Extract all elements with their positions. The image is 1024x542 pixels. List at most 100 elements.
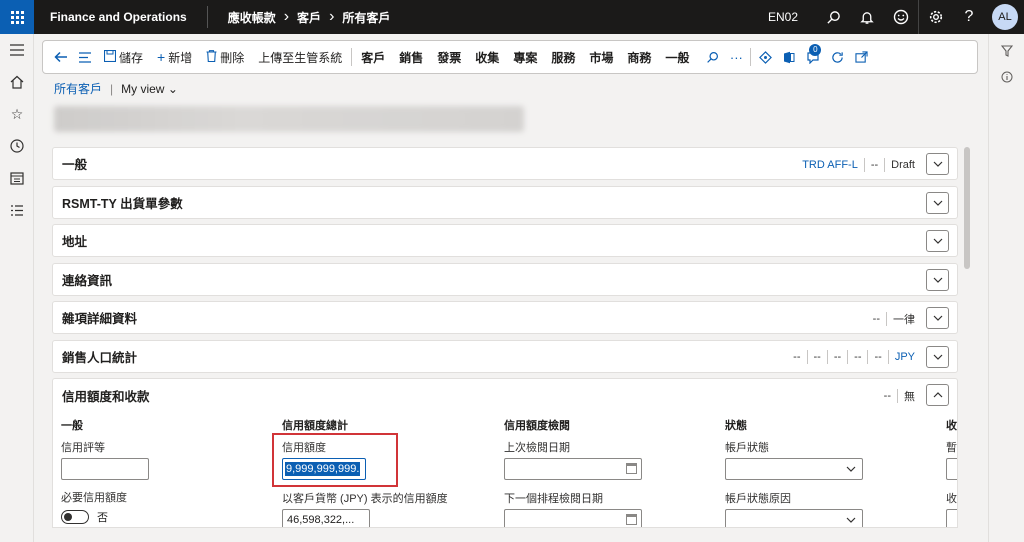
summary-value: Draft bbox=[891, 158, 915, 171]
tab-invoice[interactable]: 發票 bbox=[430, 40, 468, 74]
status-group: 狀態 帳戶狀態 帳戶狀態原因 bbox=[725, 417, 863, 527]
refresh-icon[interactable] bbox=[825, 40, 849, 74]
filter-icon[interactable] bbox=[989, 38, 1024, 64]
all-customers-link[interactable]: 所有客戶 bbox=[54, 80, 102, 97]
fasttab-shipping-params[interactable]: RSMT-TY 出貨單參數 bbox=[52, 185, 958, 219]
company-picker[interactable]: EN02 bbox=[768, 10, 798, 24]
tab-customer[interactable]: 客戶 bbox=[354, 40, 392, 74]
more-options-icon[interactable]: ··· bbox=[724, 40, 748, 74]
chevron-down-icon[interactable] bbox=[926, 230, 949, 252]
general-group: 一般 信用評等 必要信用額度 否 bbox=[61, 417, 149, 525]
fasttab-credit-collections[interactable]: 信用額度和收款 -- 無 bbox=[52, 378, 958, 411]
avatar[interactable]: AL bbox=[992, 4, 1018, 30]
back-arrow-icon[interactable] bbox=[49, 40, 73, 74]
chevron-right-icon: › bbox=[329, 8, 335, 25]
tab-collect[interactable]: 收集 bbox=[468, 40, 506, 74]
fasttab-address[interactable]: 地址 bbox=[52, 224, 958, 257]
tab-commerce[interactable]: 商務 bbox=[620, 40, 658, 74]
page-title bbox=[54, 106, 524, 132]
credit-rating-input[interactable] bbox=[61, 458, 149, 480]
summary-value[interactable]: TRD AFF-L bbox=[796, 159, 864, 171]
account-status-select[interactable] bbox=[725, 458, 863, 480]
chevron-down-icon[interactable] bbox=[926, 268, 949, 291]
view-selector[interactable]: My view ⌄ bbox=[121, 82, 178, 96]
fasttab-title: 一般 bbox=[62, 158, 88, 172]
mandatory-credit-limit-toggle[interactable] bbox=[61, 510, 89, 524]
field-label: 收 bbox=[946, 493, 957, 505]
app-launcher-icon[interactable] bbox=[0, 0, 34, 34]
collections-input[interactable] bbox=[946, 509, 957, 527]
modules-list-icon[interactable] bbox=[0, 194, 34, 226]
search-icon[interactable] bbox=[700, 40, 724, 74]
summary-value: -- bbox=[872, 312, 880, 325]
star-icon[interactable]: ☆ bbox=[0, 98, 34, 130]
group-title: 收 bbox=[946, 420, 957, 432]
breadcrumb-customers[interactable]: 客戶 bbox=[297, 9, 321, 26]
last-review-date-input[interactable] bbox=[504, 458, 642, 480]
chevron-right-icon: › bbox=[283, 8, 290, 25]
fasttab-list: 一般 TRD AFF-L -- Draft RSMT-TY 出貨單參數 地址 連… bbox=[52, 147, 958, 528]
chevron-up-icon[interactable] bbox=[926, 384, 949, 406]
chevron-down-icon[interactable] bbox=[926, 191, 949, 214]
info-icon[interactable] bbox=[989, 64, 1024, 90]
open-in-new-window-icon[interactable] bbox=[849, 40, 873, 74]
breadcrumb-module[interactable]: 應收帳款 bbox=[228, 9, 276, 26]
power-apps-icon[interactable] bbox=[753, 40, 777, 74]
gear-icon[interactable] bbox=[918, 0, 952, 34]
fasttab-summary: -- -- -- -- -- JPY bbox=[787, 341, 921, 374]
summary-value: 一律 bbox=[893, 313, 915, 326]
delete-button[interactable]: 刪除 bbox=[199, 40, 251, 74]
tab-service[interactable]: 服務 bbox=[544, 40, 582, 74]
home-icon[interactable] bbox=[0, 66, 34, 98]
trash-icon bbox=[206, 49, 217, 65]
tab-project[interactable]: 專案 bbox=[506, 40, 544, 74]
app-title[interactable]: Finance and Operations bbox=[34, 6, 208, 28]
calendar-icon[interactable] bbox=[626, 463, 637, 474]
search-icon[interactable] bbox=[816, 0, 850, 34]
fasttab-sales-demographics[interactable]: 銷售人口統計 -- -- -- -- -- JPY bbox=[52, 339, 958, 374]
tab-general[interactable]: 一般 bbox=[658, 40, 696, 74]
field-label: 上次檢閱日期 bbox=[504, 442, 570, 454]
chevron-down-icon[interactable] bbox=[926, 345, 949, 368]
upload-button[interactable]: 上傳至生管系統 bbox=[251, 40, 349, 74]
office-icon[interactable] bbox=[777, 40, 801, 74]
save-button[interactable]: 儲存 bbox=[97, 40, 150, 74]
save-label: 儲存 bbox=[119, 50, 144, 65]
next-review-date-input[interactable] bbox=[504, 509, 642, 527]
list-view-icon[interactable] bbox=[73, 40, 97, 74]
fasttab-general[interactable]: 一般 TRD AFF-L -- Draft bbox=[52, 147, 958, 180]
fasttab-summary: -- 一律 bbox=[867, 302, 921, 335]
right-rail bbox=[988, 34, 1024, 542]
hamburger-menu-icon[interactable] bbox=[0, 34, 34, 66]
fasttab-contact-info[interactable]: 連絡資訊 bbox=[52, 262, 958, 296]
group-title: 信用額度總計 bbox=[282, 420, 348, 432]
fasttab-misc-details[interactable]: 雜項詳細資料 -- 一律 bbox=[52, 301, 958, 334]
field-label: 信用評等 bbox=[61, 442, 105, 454]
smiley-icon[interactable] bbox=[884, 0, 918, 34]
chevron-down-icon bbox=[846, 513, 856, 526]
attachments-icon[interactable]: 0 bbox=[801, 40, 825, 74]
tab-market[interactable]: 市場 bbox=[582, 40, 620, 74]
chevron-down-icon[interactable] bbox=[926, 307, 949, 329]
collections-input[interactable] bbox=[946, 458, 957, 480]
account-status-reason-select[interactable] bbox=[725, 509, 863, 527]
credit-limit-currency-input[interactable]: 46,598,322,... bbox=[282, 509, 370, 527]
clock-icon[interactable] bbox=[0, 130, 34, 162]
calendar-icon[interactable] bbox=[626, 514, 637, 525]
delete-label: 刪除 bbox=[220, 50, 245, 65]
summary-value: 無 bbox=[904, 390, 915, 403]
divider bbox=[750, 48, 752, 66]
bell-icon[interactable] bbox=[850, 0, 884, 34]
highlight-box bbox=[272, 433, 398, 487]
tab-sell[interactable]: 銷售 bbox=[392, 40, 430, 74]
help-icon[interactable]: ? bbox=[952, 0, 986, 34]
fasttab-title: 信用額度和收款 bbox=[62, 389, 150, 404]
chevron-down-icon[interactable] bbox=[926, 153, 949, 175]
summary-value[interactable]: JPY bbox=[889, 351, 921, 363]
new-button[interactable]: + 新增 bbox=[150, 40, 199, 74]
divider: | bbox=[110, 81, 114, 96]
summary-value: -- bbox=[874, 351, 882, 363]
workspace-icon[interactable] bbox=[0, 162, 34, 194]
vertical-scrollbar[interactable] bbox=[964, 147, 970, 269]
breadcrumb-all-customers[interactable]: 所有客戶 bbox=[342, 9, 390, 26]
